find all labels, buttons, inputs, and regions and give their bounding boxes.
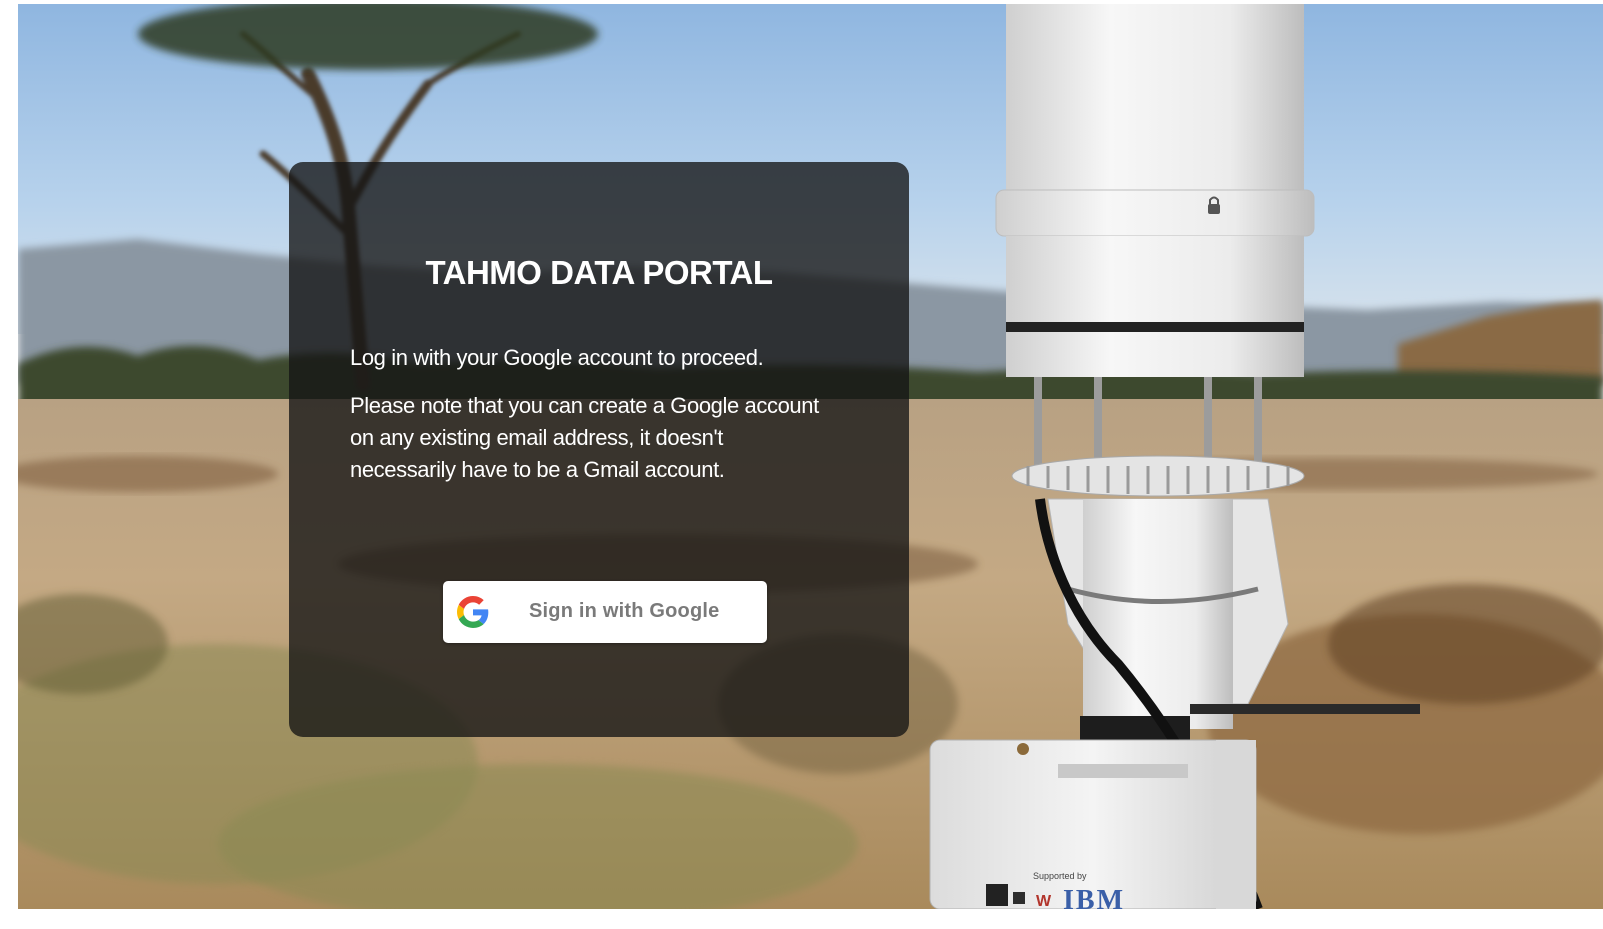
login-intro-text: Log in with your Google account to proce… — [350, 345, 764, 370]
gmail-note-text: Please note that you can create a Google… — [350, 393, 819, 482]
svg-text:IBM: IBM — [1063, 885, 1125, 909]
google-signin-button[interactable]: Sign in with Google — [443, 581, 767, 643]
google-signin-label: Sign in with Google — [529, 600, 720, 622]
svg-text:W: W — [1036, 893, 1052, 909]
page-title: TAHMO DATA PORTAL — [425, 254, 773, 291]
login-card: TAHMO DATA PORTAL Log in with your Googl… — [289, 162, 909, 737]
sponsor-label-text: Supported by — [1033, 871, 1087, 881]
page-viewport: Supported by W IBM TAHMO DATA PORTAL Log… — [18, 4, 1603, 909]
google-g-icon — [457, 596, 489, 628]
